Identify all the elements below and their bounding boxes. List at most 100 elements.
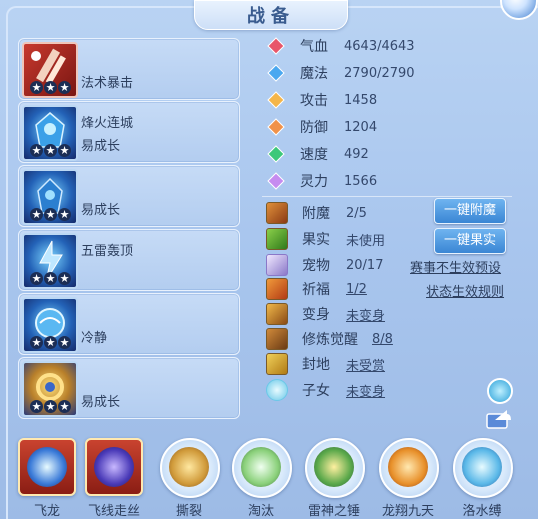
attr-fief: 封地 未受赏 xyxy=(266,353,385,375)
attr-value[interactable]: 8/8 xyxy=(372,332,393,347)
thunder-icon: ★ ★ ★ xyxy=(22,233,78,289)
equip-item-3[interactable]: ★ ★ ★ 易成长 xyxy=(18,165,240,227)
skill-slot-3[interactable] xyxy=(160,438,220,498)
equip-item-1[interactable]: ★ ★ ★ 法术暴击 xyxy=(18,38,240,100)
skill-label: 龙翔九天 xyxy=(381,504,434,519)
skill-label: 飞线走丝 xyxy=(87,504,140,519)
dragon-soar-icon xyxy=(388,447,428,487)
warrior-icon: ★ ★ ★ xyxy=(22,169,78,225)
equip-item-2[interactable]: ★ ★ ★ 烽火连城 易成长 xyxy=(18,101,240,163)
equip-label: 五雷轰顶 xyxy=(81,244,134,259)
star-rating: ★ ★ ★ xyxy=(30,272,71,285)
skill-bar: 飞龙 飞线走丝 撕裂 淘汰 雷神之锤 龙翔九天 洛水缚 xyxy=(0,428,538,519)
attr-name: 变身 xyxy=(302,307,330,323)
skill-slot-6[interactable] xyxy=(379,438,439,498)
skill-label: 撕裂 xyxy=(175,504,202,519)
transform-icon xyxy=(266,303,288,325)
attr-name: 果实 xyxy=(302,232,330,248)
equip-item-6[interactable]: ★ ★ ★ 易成长 xyxy=(18,357,240,419)
attr-name: 封地 xyxy=(302,357,330,373)
eliminate-icon xyxy=(241,447,281,487)
stat-attack: 攻击 1458 xyxy=(266,88,377,112)
equip-label: 烽火连城 xyxy=(81,116,134,131)
skill-slot-2[interactable] xyxy=(85,438,143,496)
stat-value: 1458 xyxy=(344,92,378,108)
refresh-orb-icon[interactable] xyxy=(487,378,513,404)
heart-gem-icon xyxy=(267,37,285,55)
pet-icon xyxy=(266,254,288,276)
attr-value[interactable]: 未变身 xyxy=(346,381,385,400)
star-rating: ★ ★ ★ xyxy=(30,144,71,157)
stat-value: 1204 xyxy=(344,119,378,135)
child-icon xyxy=(266,379,288,401)
skill-slot-1[interactable] xyxy=(18,438,76,496)
stat-name: 防御 xyxy=(300,120,328,136)
water-bind-icon xyxy=(462,447,502,487)
equip-sublabel: 易成长 xyxy=(81,139,121,154)
star-rating: ★ ★ ★ xyxy=(30,208,71,221)
stat-name: 攻击 xyxy=(300,93,328,109)
attr-bless: 祈福 1/2 xyxy=(266,278,367,300)
golden-knot-icon: ★ ★ ★ xyxy=(22,361,78,417)
skill-label: 洛水缚 xyxy=(462,504,502,519)
stat-value: 4643/4643 xyxy=(344,38,415,54)
stat-value: 1566 xyxy=(344,173,378,189)
equip-item-5[interactable]: ★ ★ ★ 冷静 xyxy=(18,293,240,355)
equip-label: 易成长 xyxy=(81,395,121,410)
skill-slot-5[interactable] xyxy=(305,438,365,498)
star-rating: ★ ★ ★ xyxy=(30,400,71,413)
attr-value: 2/5 xyxy=(346,205,367,221)
equip-item-4[interactable]: ★ ★ ★ 五雷轰顶 xyxy=(18,229,240,291)
attr-value[interactable]: 1/2 xyxy=(346,282,367,297)
stat-name: 速度 xyxy=(300,147,328,163)
tear-icon xyxy=(169,447,209,487)
stat-name: 灵力 xyxy=(300,174,328,190)
attr-enchant: 附魔 2/5 xyxy=(266,202,367,224)
attack-gem-icon xyxy=(267,91,285,109)
thunder-hammer-icon xyxy=(314,447,354,487)
stat-value: 2790/2790 xyxy=(344,65,415,81)
attr-value: 20/17 xyxy=(346,257,384,273)
equip-label: 冷静 xyxy=(81,331,108,346)
speed-gem-icon xyxy=(267,145,285,163)
stat-defense: 防御 1204 xyxy=(266,115,377,139)
stat-mp: 魔法 2790/2790 xyxy=(266,61,415,85)
preset-link[interactable]: 赛事不生效预设 xyxy=(410,257,501,276)
panel-title: 战备 xyxy=(247,6,295,27)
section-divider xyxy=(262,196,512,197)
defense-gem-icon xyxy=(267,118,285,136)
bless-icon xyxy=(266,278,288,300)
skill-label: 淘汰 xyxy=(247,504,274,519)
attr-name: 祈福 xyxy=(302,282,330,298)
title-tab: 战备 xyxy=(194,0,348,30)
attr-transform: 变身 未变身 xyxy=(266,303,385,325)
fruit-icon xyxy=(266,228,288,250)
stat-value: 492 xyxy=(344,146,369,162)
stat-spirit: 灵力 1566 xyxy=(266,169,377,193)
fief-icon xyxy=(266,353,288,375)
attr-cultivate: 修炼觉醒 8/8 xyxy=(266,328,393,350)
thread-orb-icon xyxy=(94,447,134,487)
attr-value: 未使用 xyxy=(346,233,386,249)
attr-child: 子女 未变身 xyxy=(266,379,385,401)
equip-label: 易成长 xyxy=(81,203,121,218)
enchant-icon xyxy=(266,202,288,224)
star-rating: ★ ★ ★ xyxy=(30,336,71,349)
share-icon[interactable] xyxy=(485,406,513,430)
attr-value[interactable]: 未受赏 xyxy=(346,355,385,374)
equip-label: 法术暴击 xyxy=(81,76,134,91)
skill-slot-7[interactable] xyxy=(453,438,513,498)
rules-link[interactable]: 状态生效规则 xyxy=(426,281,504,300)
attr-value[interactable]: 未变身 xyxy=(346,305,385,324)
attr-name: 宠物 xyxy=(302,258,330,274)
stat-name: 气血 xyxy=(300,39,328,55)
star-rating: ★ ★ ★ xyxy=(30,81,71,94)
one-click-fruit-button[interactable]: 一键果实 xyxy=(434,228,506,254)
attr-pet: 宠物 20/17 xyxy=(266,254,383,276)
one-click-enchant-button[interactable]: 一键附魔 xyxy=(434,198,506,224)
stat-speed: 速度 492 xyxy=(266,142,369,166)
skill-label: 雷神之锤 xyxy=(307,504,360,519)
attr-name: 修炼觉醒 xyxy=(302,332,358,348)
attr-name: 子女 xyxy=(302,383,330,399)
skill-slot-4[interactable] xyxy=(232,438,292,498)
